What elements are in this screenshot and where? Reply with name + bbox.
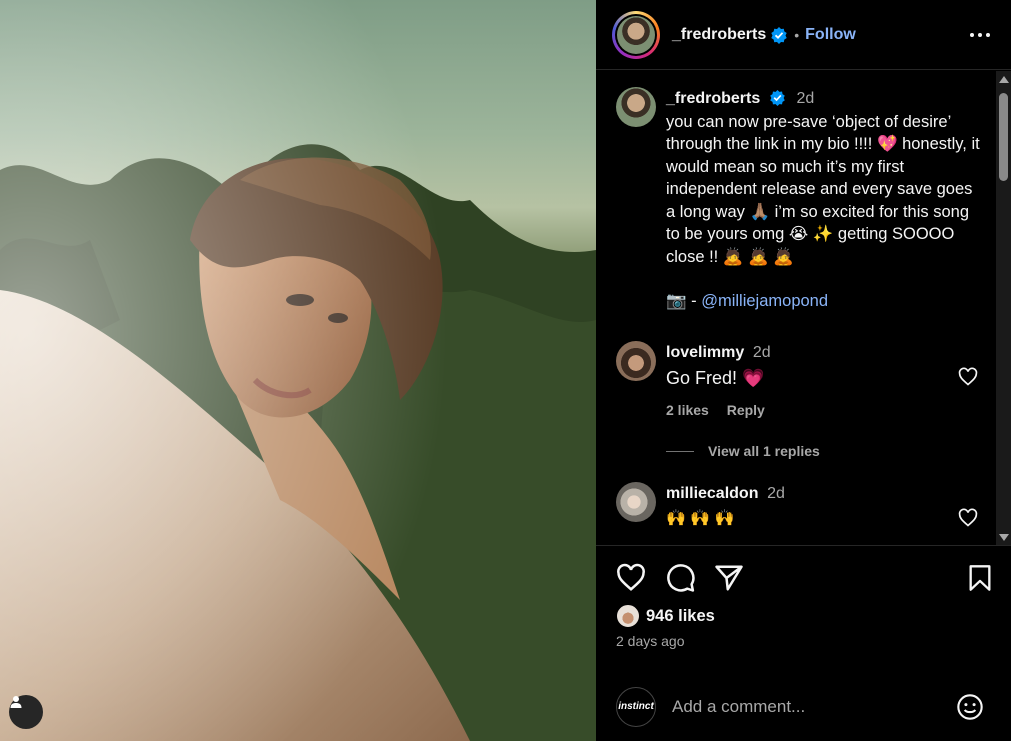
more-icon[interactable] xyxy=(969,24,991,46)
comment-time[interactable]: 2d xyxy=(767,485,785,502)
follow-button[interactable]: Follow xyxy=(805,26,856,44)
share-icon[interactable] xyxy=(714,563,744,593)
liker-avatar[interactable] xyxy=(616,604,640,628)
photo-illustration xyxy=(0,0,596,741)
scroll-down-arrow[interactable] xyxy=(999,534,1009,541)
comment-time[interactable]: 2d xyxy=(753,344,771,361)
photo-credit: 📷 - @milliejamopond xyxy=(666,290,986,313)
author-username[interactable]: _fredroberts xyxy=(672,26,766,44)
post-date[interactable]: 2 days ago xyxy=(616,633,685,649)
verified-icon xyxy=(771,26,787,44)
commenter-avatar[interactable] xyxy=(616,482,656,522)
bookmark-icon[interactable] xyxy=(966,563,994,593)
commenter-avatar[interactable] xyxy=(616,341,656,381)
comment-icon[interactable] xyxy=(666,563,696,593)
emoji-icon[interactable] xyxy=(956,693,984,721)
caption-avatar[interactable] xyxy=(616,87,656,127)
post-photo[interactable] xyxy=(0,0,596,741)
likes-row[interactable]: 946 likes xyxy=(616,604,715,628)
commenter-username[interactable]: milliecaldon xyxy=(666,485,758,502)
caption-time[interactable]: 2d xyxy=(796,90,814,107)
scroll-up-arrow[interactable] xyxy=(999,76,1009,83)
user-tag-button[interactable] xyxy=(9,695,43,729)
caption: _fredroberts 2d you can now pre-save ‘ob… xyxy=(616,87,986,313)
caption-text: you can now pre-save ‘object of desire’ … xyxy=(666,112,980,266)
action-bar xyxy=(616,563,994,595)
current-user-avatar[interactable]: instinct xyxy=(616,686,656,727)
commenter-username[interactable]: lovelimmy xyxy=(666,344,744,361)
comments-scroll-area[interactable]: _fredroberts 2d you can now pre-save ‘ob… xyxy=(596,71,1011,546)
credit-mention-link[interactable]: @milliejamopond xyxy=(701,292,828,310)
heart-icon[interactable] xyxy=(616,563,646,593)
reply-button[interactable]: Reply xyxy=(727,402,765,418)
verified-icon xyxy=(770,89,785,106)
comment-likes[interactable]: 2 likes xyxy=(666,402,709,418)
comment-input[interactable] xyxy=(672,696,942,717)
add-comment-bar: instinct xyxy=(596,672,1011,741)
comment-text: 🙌 🙌 🙌 xyxy=(666,509,735,527)
post-header: _fredroberts • Follow xyxy=(596,0,1011,70)
caption-username[interactable]: _fredroberts xyxy=(666,90,760,107)
comment-text: Go Fred! 💗 xyxy=(666,367,765,388)
comments-scrollbar[interactable] xyxy=(996,71,1011,545)
likes-count[interactable]: 946 likes xyxy=(646,607,715,626)
comment-like-heart-icon[interactable] xyxy=(958,508,978,528)
comment-item: lovelimmy 2d Go Fred! 💗 2 likes Reply xyxy=(616,341,986,421)
scrollbar-thumb[interactable] xyxy=(999,93,1008,181)
separator-dot: • xyxy=(794,26,800,43)
post-side-panel: _fredroberts • Follow _fredroberts 2d yo… xyxy=(596,0,1011,741)
user-tag-icon xyxy=(10,696,22,708)
author-avatar[interactable] xyxy=(612,10,660,59)
comment-item: milliecaldon 2d 🙌 🙌 🙌 xyxy=(616,482,986,532)
view-replies-button[interactable]: View all 1 replies xyxy=(666,443,820,459)
comment-like-heart-icon[interactable] xyxy=(958,367,978,387)
credit-prefix: 📷 - xyxy=(666,292,702,310)
